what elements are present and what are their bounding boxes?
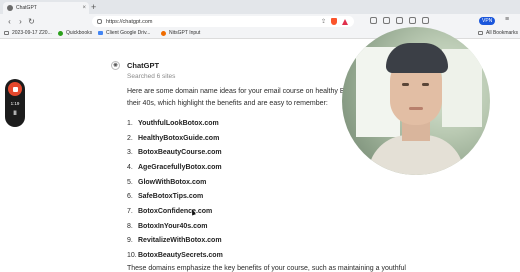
- presenter-eye: [422, 83, 429, 86]
- list-item: 4. AgeGracefullyBotox.com: [127, 160, 223, 175]
- list-item: 7. BotoxConfidence.com: [127, 204, 223, 219]
- chatgpt-avatar: ✺: [111, 61, 120, 70]
- sidebar-icon[interactable]: [370, 17, 377, 24]
- leo-icon[interactable]: [422, 17, 429, 24]
- reload-button[interactable]: ↻: [26, 14, 37, 29]
- presenter-shirt: [368, 135, 464, 175]
- share-icon[interactable]: ⇪: [321, 18, 326, 25]
- folder-icon: [478, 31, 483, 35]
- bookmark-z20[interactable]: 2023-09-17 Z20...: [4, 30, 52, 36]
- list-number: 8.: [127, 222, 133, 230]
- bookmark-label: Client Google Driv...: [106, 30, 151, 36]
- new-tab-button[interactable]: +: [91, 1, 96, 13]
- extensions-icon[interactable]: [383, 17, 390, 24]
- presenter-mouth: [409, 107, 423, 110]
- bookmark-label: NitsGPT Input: [169, 30, 201, 36]
- background-window: [442, 49, 482, 127]
- list-item: 1. YouthfulLookBotox.com: [127, 116, 223, 131]
- presenter-cap: [386, 43, 448, 73]
- domain-name: SafeBotoxTips.com: [138, 193, 204, 201]
- google-drive-icon: [98, 31, 103, 35]
- list-number: 7.: [127, 207, 133, 215]
- domain-name: HealthyBotoxGuide.com: [138, 134, 220, 142]
- domain-name: BotoxBeautyCourse.com: [138, 149, 222, 157]
- list-item: 5. GlowWithBotox.com: [127, 175, 223, 190]
- bookmark-client-google-drive[interactable]: Client Google Driv...: [98, 30, 150, 36]
- list-number: 10.: [127, 252, 137, 260]
- recording-time: 1:19: [10, 101, 20, 106]
- domain-list: 1. YouthfulLookBotox.com 2. HealthyBotox…: [127, 116, 223, 263]
- site-info-icon[interactable]: [97, 19, 102, 24]
- list-item: 9. RevitalizeWithBotox.com: [127, 234, 223, 249]
- domain-name: GlowWithBotox.com: [138, 178, 207, 186]
- address-url[interactable]: https://chatgpt.com: [106, 19, 321, 25]
- list-number: 5.: [127, 178, 133, 186]
- bookmark-quickbooks[interactable]: Quickbooks: [58, 30, 92, 36]
- list-item: 10. BotoxBeautySecrets.com: [127, 248, 223, 263]
- list-number: 6.: [127, 193, 133, 201]
- recording-widget: 1:19 II: [5, 79, 25, 127]
- list-item: 6. SafeBotoxTips.com: [127, 189, 223, 204]
- webcam-bubble[interactable]: [342, 27, 490, 175]
- list-number: 4.: [127, 163, 133, 171]
- domain-name: YouthfulLookBotox.com: [138, 119, 219, 127]
- bookmark-nitsgpt-input[interactable]: NitsGPT Input: [161, 30, 200, 36]
- toolbar-icons: [370, 17, 429, 24]
- domain-name: BotoxBeautySecrets.com: [138, 252, 223, 260]
- list-item: 8. BotoxInYour40s.com: [127, 219, 223, 234]
- domain-name: AgeGracefullyBotox.com: [138, 163, 222, 171]
- all-bookmarks-label: All Bookmarks: [486, 30, 518, 36]
- downloads-icon[interactable]: [409, 17, 416, 24]
- pause-recording-button[interactable]: II: [5, 111, 25, 117]
- browser-toolbar: ‹ › ↻ https://chatgpt.com ⇪ VPN ≡: [0, 14, 520, 29]
- domain-name: RevitalizeWithBotox.com: [138, 237, 222, 245]
- vpn-button[interactable]: VPN: [479, 17, 496, 25]
- list-number: 2.: [127, 134, 133, 142]
- openai-logo-icon: ✺: [112, 62, 119, 69]
- brave-shields-icon[interactable]: [331, 18, 337, 25]
- tab-bar: ChatGPT × +: [0, 0, 520, 14]
- response-intro: Here are some domain name ideas for your…: [127, 88, 366, 107]
- tab-close-icon[interactable]: ×: [82, 5, 86, 11]
- stop-recording-button[interactable]: [8, 82, 22, 96]
- list-item: 3. BotoxBeautyCourse.com: [127, 145, 223, 160]
- folder-icon: [4, 31, 9, 35]
- list-number: 9.: [127, 237, 133, 245]
- forward-button[interactable]: ›: [15, 14, 26, 29]
- list-number: 3.: [127, 149, 133, 157]
- assistant-name: ChatGPT: [127, 61, 160, 70]
- bookmark-label: Quickbooks: [66, 30, 93, 36]
- bookmark-label: 2023-09-17 Z20...: [12, 30, 52, 36]
- wallet-icon[interactable]: [396, 17, 403, 24]
- domain-name: BotoxConfidence.com: [138, 207, 213, 215]
- tab-title: ChatGPT: [16, 5, 37, 11]
- menu-icon[interactable]: ≡: [505, 16, 509, 23]
- stop-icon: [12, 86, 18, 92]
- response-closing: These domains emphasize the key benefits…: [127, 265, 406, 272]
- presenter-eye: [402, 83, 409, 86]
- searched-sites-toggle[interactable]: Searched 6 sites: [127, 73, 175, 80]
- list-number: 1.: [127, 119, 133, 127]
- brave-rewards-icon[interactable]: [342, 18, 348, 25]
- address-bar[interactable]: https://chatgpt.com ⇪: [92, 16, 354, 27]
- domain-name: BotoxInYour40s.com: [138, 222, 208, 230]
- chatgpt-favicon-icon: [7, 5, 13, 11]
- list-item: 2. HealthyBotoxGuide.com: [127, 131, 223, 146]
- nitsgpt-icon: [161, 30, 166, 36]
- back-button[interactable]: ‹: [4, 14, 15, 29]
- all-bookmarks[interactable]: All Bookmarks: [478, 30, 518, 36]
- quickbooks-icon: [58, 30, 63, 36]
- tab-chatgpt[interactable]: ChatGPT ×: [3, 2, 89, 14]
